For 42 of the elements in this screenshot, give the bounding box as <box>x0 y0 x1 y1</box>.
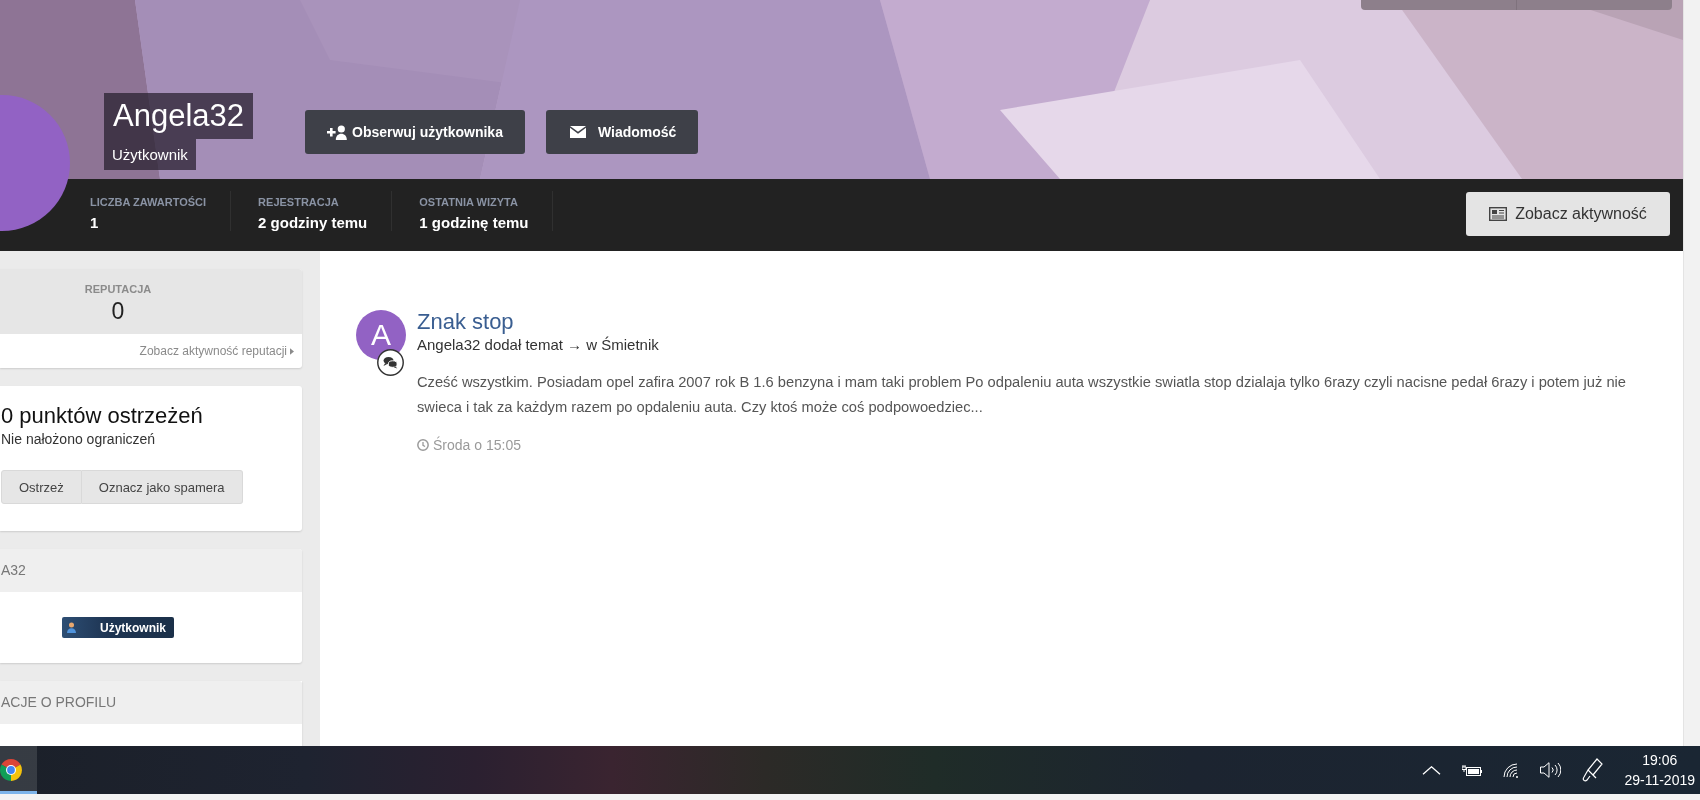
letter-avatar[interactable]: A <box>356 310 406 360</box>
clock-icon <box>417 439 429 451</box>
stat-value: 2 godziny temu <box>258 213 368 233</box>
card-header: ACJE O PROFILU <box>0 681 302 724</box>
stat-label: REJESTRACJA <box>258 195 340 209</box>
wifi-icon[interactable] <box>1503 762 1520 778</box>
reputation-activity-link[interactable]: Zobacz aktywność reputacji <box>139 344 294 358</box>
view-activity-button[interactable]: Zobacz aktywność <box>1466 192 1670 236</box>
scrollbar-track[interactable] <box>1683 0 1700 746</box>
moderation-button[interactable]: Oznacz jako spamera <box>81 470 243 504</box>
envelope-icon <box>569 126 586 138</box>
reputation-value: 0 <box>110 297 126 325</box>
chevron-up-icon[interactable] <box>1422 765 1442 775</box>
clock[interactable]: 19:06 29-11-2019 <box>1624 750 1695 790</box>
browser-icon <box>0 759 22 781</box>
post-excerpt: Cześć wszystkim. Posiadam opel zafira 2007 rok B 1.6 benzyna i mam taki problem Po odpaleniu auta wszystkie swiatla stop dzialaja tylko 6razy czyli nacisne pedał 6razy i potem już nie swieca i tak za każdym razem po opdaleniu auta. Czy ktoś może coś podpowoedziec... <box>417 373 1627 417</box>
stat-label: LICZBA ZAWARTOŚCI <box>90 195 207 209</box>
profile-name: Angela32 <box>104 93 253 139</box>
stat-value: 1 <box>90 213 100 233</box>
reputation-label: REPUTACJA <box>83 282 153 296</box>
warning-points-title: 0 punktów ostrzeżeń <box>1 403 204 429</box>
follow-button[interactable]: Obserwuj użytkownika <box>305 110 525 154</box>
group-name: Użytkownik <box>100 620 166 635</box>
post-time: Środa o 15:05 <box>433 437 521 453</box>
pen-icon[interactable] <box>1582 757 1604 783</box>
taskbar-app-button[interactable] <box>0 746 37 794</box>
post-meta: Angela32 dodał temat → w Śmietnik <box>417 335 660 355</box>
newspaper-icon <box>1489 207 1508 221</box>
caret-icon <box>290 347 294 355</box>
message-button[interactable]: Wiadomość <box>545 110 699 154</box>
stat-label: OSTATNIA WIZYTA <box>419 195 519 209</box>
card-header: A32 <box>0 549 302 592</box>
profile-group: Użytkownik <box>104 139 196 170</box>
restrictions-text: Nie nałożono ograniczeń <box>1 430 157 449</box>
chat-bubbles-icon <box>377 349 404 376</box>
post-title-link[interactable]: Znak stop <box>417 310 1647 334</box>
speaker-icon[interactable] <box>1540 762 1562 778</box>
person-icon <box>67 622 76 633</box>
moderation-button[interactable]: Ostrzeż <box>1 470 82 504</box>
stat-value: 1 godzinę temu <box>419 213 529 233</box>
battery-icon[interactable] <box>1462 764 1483 776</box>
add-user-icon <box>327 124 347 140</box>
